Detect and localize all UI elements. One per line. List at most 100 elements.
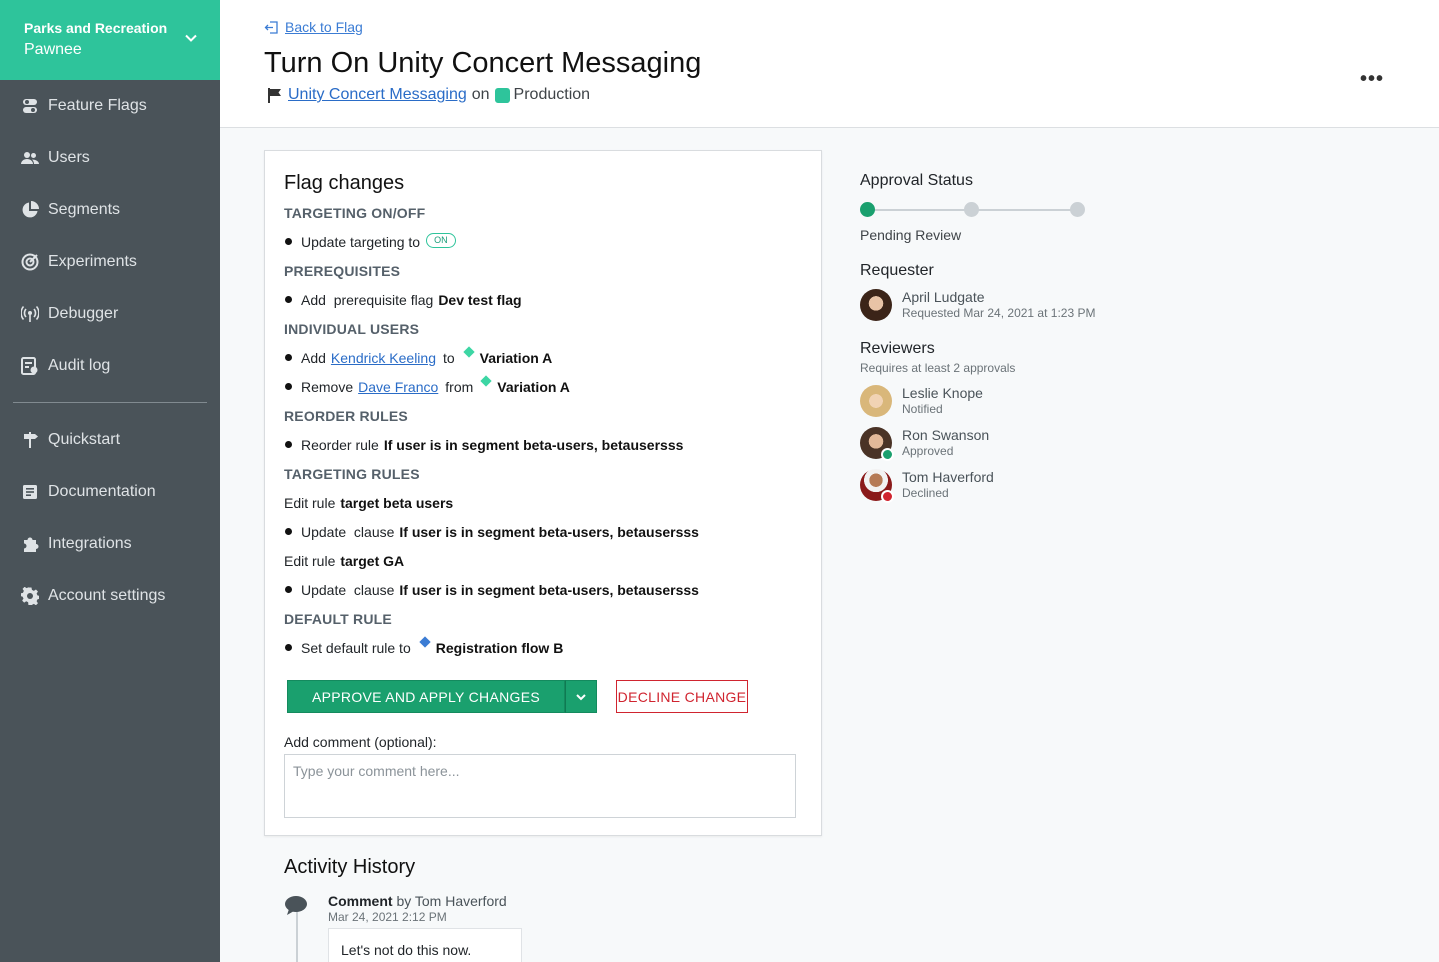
user-link-kendrick-keeling[interactable]: Kendrick Keeling [331, 349, 436, 367]
project-switcher[interactable]: Parks and Recreation Pawnee [0, 0, 220, 80]
nav-documentation[interactable]: Documentation [0, 466, 220, 518]
change-text: Set default rule to [301, 640, 411, 656]
nav-label: Audit log [48, 357, 111, 374]
back-link-text[interactable]: Back to Flag [285, 19, 363, 35]
section-targeting-rules: TARGETING RULES [284, 466, 420, 482]
reviewer-status: Declined [902, 486, 949, 500]
nav-feature-flags[interactable]: Feature Flags [0, 80, 220, 132]
change-item: Add prerequisite flag Dev test flag [284, 291, 802, 320]
progress-step-1 [860, 202, 875, 217]
signpost-icon [21, 431, 39, 449]
environment-label: Production [513, 86, 591, 103]
back-link[interactable]: Back to Flag [264, 19, 363, 35]
nav-label: Documentation [48, 483, 156, 500]
nav-label: Segments [48, 201, 121, 218]
reviewer-status: Approved [902, 444, 954, 458]
bullet [285, 586, 292, 593]
approval-panel: Approval Status Pending Review Requester… [860, 171, 1160, 503]
nav-audit-log[interactable]: Audit log [0, 340, 220, 392]
activity-entry-header: Comment by Tom Haverford [328, 893, 507, 909]
nav-debugger[interactable]: Debugger [0, 288, 220, 340]
change-item: Update clause If user is in segment beta… [284, 581, 802, 610]
chevron-down-icon [185, 34, 197, 42]
nav-account-settings[interactable]: Account settings [0, 570, 220, 622]
gear-icon [21, 587, 39, 605]
nav-label: Quickstart [48, 431, 121, 448]
change-text: Update clause [301, 582, 395, 598]
change-text: Reorder rule [301, 437, 379, 453]
change-text: Update clause [301, 524, 395, 540]
prerequisite-flag-name: Dev test flag [438, 292, 522, 308]
puzzle-icon [21, 535, 39, 553]
nav-label: Account settings [48, 587, 166, 604]
flag-link[interactable]: Unity Concert Messaging [288, 86, 467, 104]
reviewer: Ron Swanson Approved [860, 427, 1160, 461]
nav-label: Users [48, 149, 90, 166]
edit-rule-prefix: Edit rule [284, 495, 336, 511]
bullet [285, 296, 292, 303]
variation-diamond-icon [480, 375, 492, 387]
back-arrow-icon [264, 20, 278, 34]
change-verb: Add [301, 350, 326, 366]
change-text: Add prerequisite flag [301, 292, 434, 308]
reviewer-status: Notified [902, 402, 943, 416]
nav-divider [13, 402, 207, 403]
requester: April Ludgate Requested Mar 24, 2021 at … [860, 289, 1160, 321]
edit-rule-heading: Edit rule target beta users [284, 494, 802, 523]
chevron-down-icon [576, 693, 586, 700]
section-individual-users: INDIVIDUAL USERS [284, 321, 420, 337]
avatar [860, 469, 894, 503]
nav-integrations[interactable]: Integrations [0, 518, 220, 570]
variation-diamond-icon [463, 346, 475, 358]
variation-name: Variation A [497, 379, 570, 395]
variation-diamond-icon [419, 636, 431, 648]
change-item: Update targeting to ON [284, 233, 802, 262]
nav-users[interactable]: Users [0, 132, 220, 184]
approved-check-icon [881, 448, 894, 461]
section-targeting: TARGETING ON/OFF [284, 205, 426, 221]
timeline-line [296, 910, 298, 962]
nav-label: Integrations [48, 535, 132, 552]
audit-log-icon [21, 357, 39, 375]
decline-change-button[interactable]: DECLINE CHANGE [616, 680, 748, 713]
approval-status-text: Pending Review [860, 227, 962, 243]
nav-segments[interactable]: Segments [0, 184, 220, 236]
requester-timestamp: Requested Mar 24, 2021 at 1:23 PM [902, 306, 1096, 320]
approve-and-apply-button[interactable]: APPROVE AND APPLY CHANGES [287, 680, 565, 713]
secondary-nav: Quickstart Documentation Integrations Ac… [0, 414, 220, 622]
environment-color-chip [494, 87, 510, 103]
nav-experiments[interactable]: Experiments [0, 236, 220, 288]
edit-rule-name: target beta users [340, 495, 454, 511]
change-preposition: to [442, 350, 455, 366]
card-title: Flag changes [284, 172, 405, 194]
change-preposition: from [445, 379, 474, 395]
edit-rule-name: target GA [340, 553, 405, 569]
avatar [860, 427, 894, 461]
comment-input[interactable] [284, 754, 796, 818]
clause-text: If user is in segment beta-users, betaus… [399, 524, 699, 540]
flag-icon [268, 87, 281, 103]
avatar [860, 385, 892, 417]
progress-step-2 [964, 202, 979, 217]
bullet [285, 441, 292, 448]
reviewers-requirement: Requires at least 2 approvals [860, 361, 1016, 375]
page-header: Back to Flag Turn On Unity Concert Messa… [220, 0, 1439, 128]
approve-options-dropdown[interactable] [565, 680, 597, 713]
sidebar: Parks and Recreation Pawnee Feature Flag… [0, 0, 220, 962]
section-reorder-rules: REORDER RULES [284, 408, 408, 424]
change-item: Reorder rule If user is in segment beta-… [284, 436, 802, 465]
review-actions: APPROVE AND APPLY CHANGES DECLINE CHANGE [287, 680, 748, 713]
activity-type: Comment [328, 893, 393, 909]
flag-changes-card: Flag changes TARGETING ON/OFF Update tar… [264, 150, 822, 836]
reviewer: Tom Haverford Declined [860, 469, 1160, 503]
users-icon [21, 149, 39, 167]
approval-status-heading: Approval Status [860, 172, 973, 189]
change-verb: Remove [301, 379, 354, 395]
more-options-button[interactable]: ••• [1360, 68, 1384, 91]
nav-quickstart[interactable]: Quickstart [0, 414, 220, 466]
clause-text: If user is in segment beta-users, betaus… [399, 582, 699, 598]
user-link-dave-franco[interactable]: Dave Franco [358, 378, 438, 396]
toggle-icon [21, 97, 39, 115]
change-item: Update clause If user is in segment beta… [284, 523, 802, 552]
document-icon [21, 483, 39, 501]
